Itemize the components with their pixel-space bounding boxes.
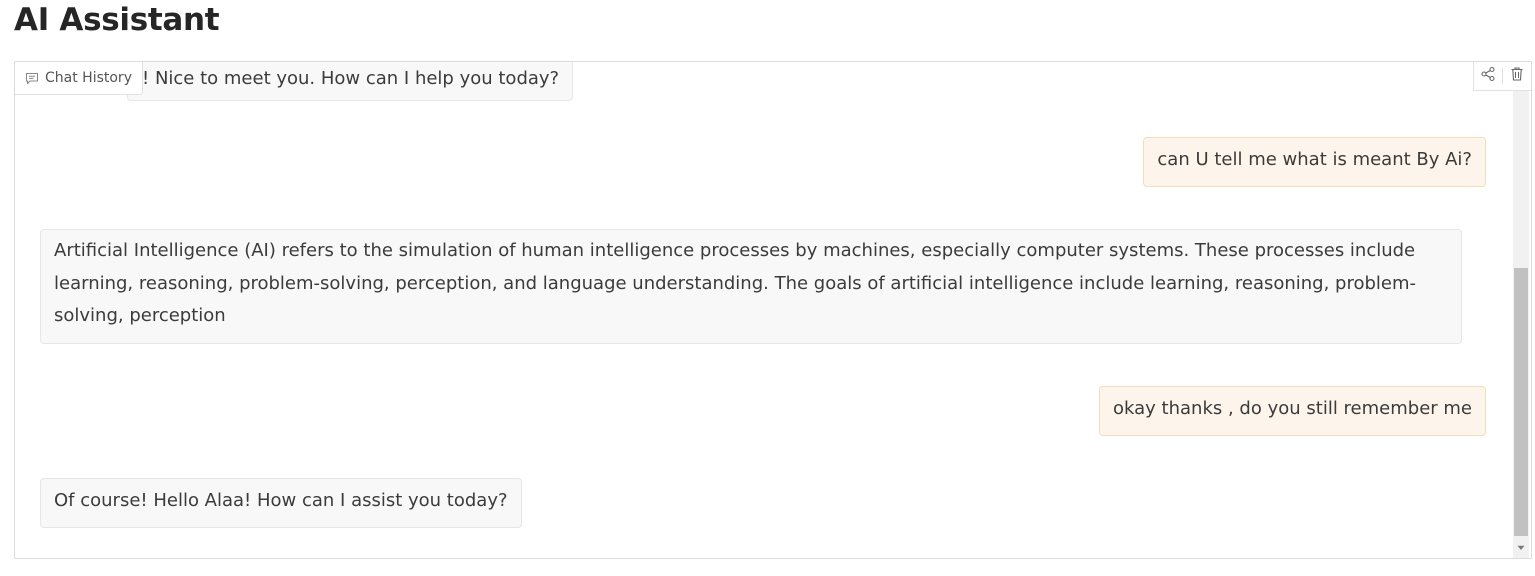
chat-scrollbar[interactable] xyxy=(1513,90,1529,558)
chat-history-icon xyxy=(25,72,39,85)
chat-panel: ! Nice to meet you. How can I help you t… xyxy=(14,61,1532,559)
message-text: can U tell me what is meant By Ai? xyxy=(1157,149,1472,170)
share-icon xyxy=(1480,66,1496,86)
scroll-down-icon[interactable] xyxy=(1513,542,1529,554)
message-text: okay thanks , do you still remember me xyxy=(1113,398,1472,419)
message-text: Of course! Hello Alaa! How can I assist … xyxy=(54,490,508,511)
page-title: AI Assistant xyxy=(14,2,220,38)
chat-actions xyxy=(1473,62,1531,91)
delete-button[interactable] xyxy=(1503,62,1531,90)
assistant-message: Of course! Hello Alaa! How can I assist … xyxy=(40,478,522,528)
assistant-message: ! Nice to meet you. How can I help you t… xyxy=(127,62,574,101)
scroll-thumb[interactable] xyxy=(1514,268,1528,536)
chat-history-button[interactable]: Chat History xyxy=(15,62,143,95)
assistant-message: Artificial Intelligence (AI) refers to t… xyxy=(40,229,1462,344)
share-button[interactable] xyxy=(1474,62,1502,90)
trash-icon xyxy=(1509,66,1525,86)
user-message: okay thanks , do you still remember me xyxy=(1099,386,1486,436)
chat-history-label: Chat History xyxy=(45,70,132,86)
user-message: can U tell me what is meant By Ai? xyxy=(1143,137,1486,187)
message-text: ! Nice to meet you. How can I help you t… xyxy=(142,68,560,89)
message-text: Artificial Intelligence (AI) refers to t… xyxy=(54,240,1417,326)
